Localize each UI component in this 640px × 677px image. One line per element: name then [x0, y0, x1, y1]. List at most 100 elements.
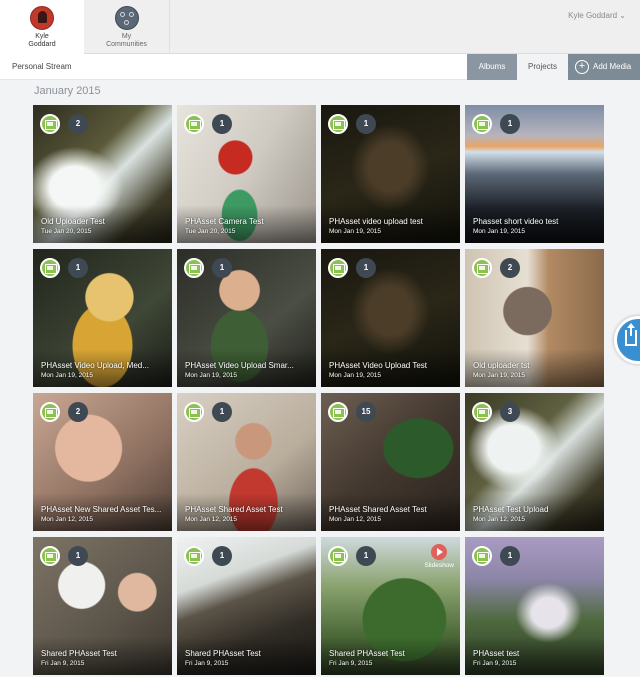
card-date: Mon Jan 19, 2015	[473, 228, 526, 235]
album-icon	[40, 258, 60, 278]
communities-subtitle: Communities	[106, 41, 147, 48]
album-card[interactable]: 1 PHAsset Video Upload, Med... Mon Jan 19,…	[33, 249, 172, 387]
photo-count-badge: 1	[212, 114, 232, 134]
album-icon	[184, 114, 204, 134]
card-date: Mon Jan 12, 2015	[185, 516, 238, 523]
album-card[interactable]: 1 PHAsset test Fri Jan 9, 2015	[465, 537, 604, 675]
card-date: Fri Jan 9, 2015	[185, 660, 229, 667]
photo-count-badge: 15	[356, 402, 376, 422]
card-title: PHAsset video upload test	[329, 217, 423, 226]
card-date: Mon Jan 12, 2015	[473, 516, 526, 523]
add-media-button[interactable]: + Add Media	[568, 54, 640, 80]
card-title: PHAsset test	[473, 649, 520, 658]
card-date: Mon Jan 19, 2015	[473, 372, 526, 379]
card-label: PHAsset New Shared Asset Tes... Mon Jan 1…	[41, 505, 168, 524]
card-title: Shared PHAsset Test	[185, 649, 261, 658]
album-card[interactable]: 2 Old Uploader Test Tue Jan 20, 2015	[33, 105, 172, 243]
share-icon	[625, 323, 637, 346]
photo-count-badge: 1	[500, 546, 520, 566]
card-title: Old Uploader Test	[41, 217, 105, 226]
card-title: PHAsset Video Upload, Med...	[41, 361, 149, 370]
top-bar: Kyle Goddard My Communities Kyle Goddard…	[0, 0, 640, 54]
album-card[interactable]: 1 PHAsset Shared Asset Test Mon Jan 12, 20…	[177, 393, 316, 531]
plus-icon: +	[575, 60, 589, 74]
card-title: PHAsset Shared Asset Test	[329, 505, 427, 514]
album-card[interactable]: 1 PHAsset video upload test Mon Jan 19, 20…	[321, 105, 460, 243]
album-card[interactable]: 2 PHAsset New Shared Asset Tes... Mon Jan …	[33, 393, 172, 531]
card-label: PHAsset Video Upload Smar... Mon Jan 19, …	[185, 361, 312, 380]
user-avatar	[30, 6, 54, 30]
card-title: PHAsset Camera Test	[185, 217, 264, 226]
card-date: Mon Jan 12, 2015	[329, 516, 382, 523]
photo-count-badge: 2	[68, 114, 88, 134]
card-label: PHAsset Test Upload Mon Jan 12, 2015	[473, 505, 600, 524]
communities-label: My	[121, 33, 132, 40]
month-heading: January 2015	[34, 85, 101, 97]
photo-count-badge: 1	[212, 402, 232, 422]
slideshow-button[interactable]: Slideshow	[424, 544, 454, 569]
card-label: Old Uploader Test Tue Jan 20, 2015	[41, 217, 168, 236]
card-label: PHAsset video upload test Mon Jan 19, 201…	[329, 217, 456, 236]
slideshow-label: Slideshow	[424, 562, 454, 569]
album-grid: 2 Old Uploader Test Tue Jan 20, 2015 1 PHAss…	[33, 105, 605, 675]
card-label: PHAsset Shared Asset Test Mon Jan 12, 201…	[185, 505, 312, 524]
photo-count-badge: 1	[212, 258, 232, 278]
card-label: Shared PHAsset Test Fri Jan 9, 2015	[41, 649, 168, 668]
card-date: Fri Jan 9, 2015	[41, 660, 85, 667]
card-date: Mon Jan 19, 2015	[329, 372, 382, 379]
share-button[interactable]	[614, 316, 640, 364]
card-title: PHAsset Video Upload Test	[329, 361, 427, 370]
account-tab-communities[interactable]: My Communities	[84, 0, 170, 54]
card-title: PHAsset Video Upload Smar...	[185, 361, 294, 370]
card-label: PHAsset Video Upload, Med... Mon Jan 19, …	[41, 361, 168, 380]
album-card[interactable]: 1 PHAsset Video Upload Test Mon Jan 19, 20…	[321, 249, 460, 387]
album-icon	[40, 114, 60, 134]
card-date: Fri Jan 9, 2015	[329, 660, 373, 667]
user-menu[interactable]: Kyle Goddard ⌄	[568, 11, 626, 20]
albums-button[interactable]: Albums	[467, 54, 517, 80]
add-media-label: Add Media	[593, 62, 632, 71]
card-date: Mon Jan 12, 2015	[41, 516, 94, 523]
photo-count-badge: 1	[68, 546, 88, 566]
card-title: Shared PHAsset Test	[329, 649, 405, 658]
album-card[interactable]: 1 Shared PHAsset Test Fri Jan 9, 2015 Slide…	[321, 537, 460, 675]
account-tab-kyle[interactable]: Kyle Goddard	[0, 0, 84, 54]
account-subtitle: Goddard	[28, 41, 56, 48]
album-card[interactable]: 2 Old uploader tst Mon Jan 19, 2015	[465, 249, 604, 387]
album-icon	[328, 258, 348, 278]
projects-button[interactable]: Projects	[517, 54, 568, 80]
album-card[interactable]: 1 PHAsset Video Upload Smar... Mon Jan 19,…	[177, 249, 316, 387]
album-icon	[472, 402, 492, 422]
card-title: PHAsset New Shared Asset Tes...	[41, 505, 162, 514]
album-icon	[328, 546, 348, 566]
album-card[interactable]: 1 Shared PHAsset Test Fri Jan 9, 2015	[177, 537, 316, 675]
account-name: Kyle	[35, 33, 49, 40]
album-icon	[40, 402, 60, 422]
album-card[interactable]: 1 PHAsset Camera Test Tue Jan 20, 2015	[177, 105, 316, 243]
card-date: Tue Jan 20, 2015	[41, 228, 92, 235]
card-title: Phasset short video test	[473, 217, 559, 226]
album-card[interactable]: 1 Phasset short video test Mon Jan 19, 201…	[465, 105, 604, 243]
album-card[interactable]: 15 PHAsset Shared Asset Test Mon Jan 12, 2…	[321, 393, 460, 531]
album-icon	[184, 546, 204, 566]
album-card[interactable]: 3 PHAsset Test Upload Mon Jan 12, 2015	[465, 393, 604, 531]
stream-label: Personal Stream	[12, 62, 72, 71]
album-card[interactable]: 1 Shared PHAsset Test Fri Jan 9, 2015	[33, 537, 172, 675]
card-label: Phasset short video test Mon Jan 19, 2015	[473, 217, 600, 236]
photo-count-badge: 2	[68, 402, 88, 422]
photo-count-badge: 1	[356, 258, 376, 278]
card-label: Shared PHAsset Test Fri Jan 9, 2015	[329, 649, 456, 668]
photo-count-badge: 1	[356, 114, 376, 134]
album-icon	[472, 546, 492, 566]
photo-count-badge: 1	[212, 546, 232, 566]
card-title: PHAsset Shared Asset Test	[185, 505, 283, 514]
album-icon	[184, 402, 204, 422]
photo-count-badge: 1	[500, 114, 520, 134]
album-icon	[472, 114, 492, 134]
card-label: PHAsset Video Upload Test Mon Jan 19, 201…	[329, 361, 456, 380]
card-date: Mon Jan 19, 2015	[41, 372, 94, 379]
album-icon	[472, 258, 492, 278]
photo-count-badge: 1	[356, 546, 376, 566]
photo-count-badge: 1	[68, 258, 88, 278]
album-icon	[184, 258, 204, 278]
